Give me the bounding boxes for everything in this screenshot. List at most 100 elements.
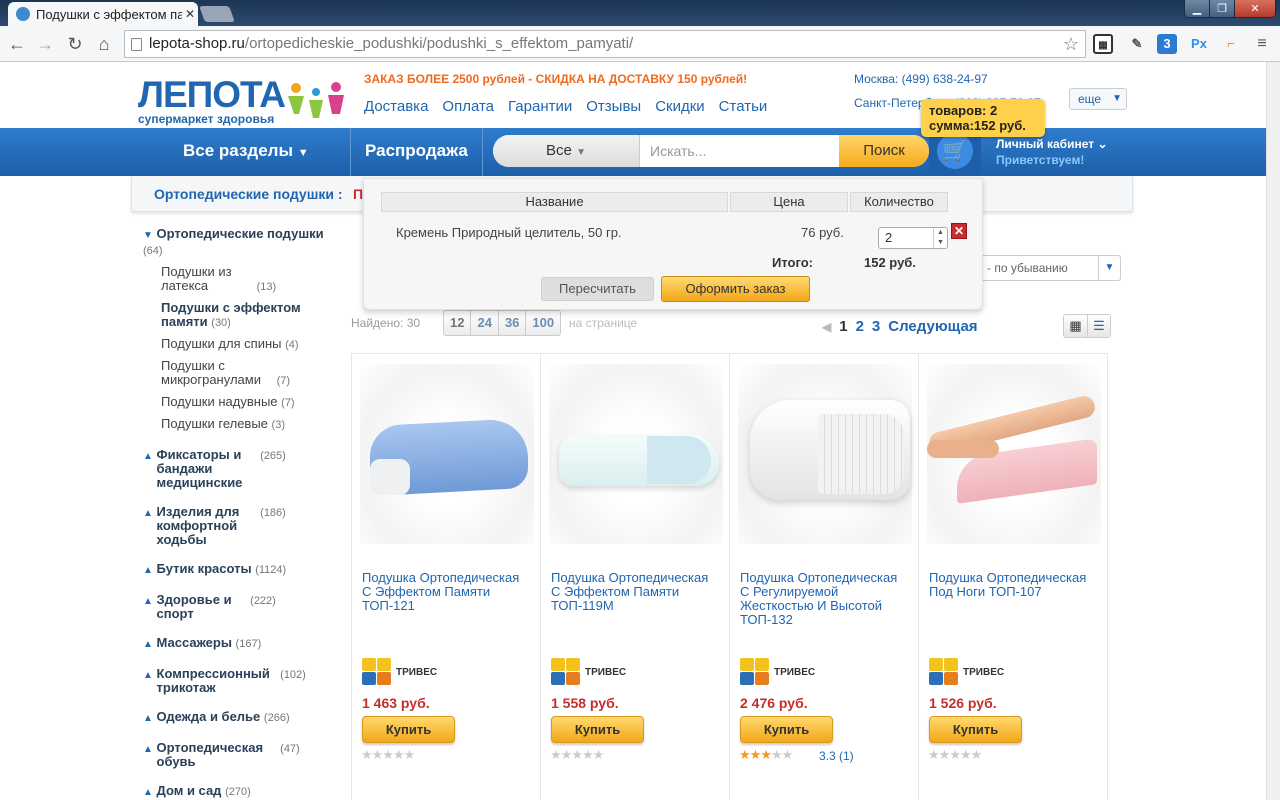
list-view-icon[interactable]: ☰: [1087, 315, 1110, 337]
all-sections-menu[interactable]: Все разделы ▼: [183, 141, 309, 161]
sidebar-category-open[interactable]: ▼ Ортопедические подушки (64): [143, 227, 343, 258]
nav-link-discounts[interactable]: Скидки: [655, 98, 704, 115]
css3-icon[interactable]: 3: [1157, 34, 1177, 54]
address-bar[interactable]: lepota-shop.ru/ortopedicheskie_podushki/…: [124, 30, 1086, 58]
subcategory-item[interactable]: Подушки для спины (4): [161, 337, 343, 352]
back-arrow-icon[interactable]: ←: [6, 33, 28, 55]
sale-link[interactable]: Распродажа: [365, 141, 468, 161]
star-icon[interactable]: ★: [949, 747, 961, 762]
star-icon[interactable]: ★: [960, 747, 972, 762]
sidebar-category[interactable]: ▲ Одежда и белье (266): [143, 710, 343, 726]
pixel-ruler-icon[interactable]: Px: [1189, 34, 1209, 54]
star-rating[interactable]: ★★★★★: [928, 747, 983, 763]
star-icon[interactable]: ★: [550, 747, 562, 762]
star-icon[interactable]: ★: [771, 747, 783, 762]
search-button[interactable]: Поиск: [839, 135, 929, 167]
close-tab-icon[interactable]: ✕: [182, 7, 198, 21]
star-icon[interactable]: ★: [739, 747, 751, 762]
subcategory-item-active[interactable]: Подушки с эффектом памяти (30): [161, 301, 343, 330]
remove-item-icon[interactable]: ✕: [951, 223, 967, 239]
sidebar-category[interactable]: ▲ Компрессионный трикотаж (102): [143, 667, 343, 695]
product-image[interactable]: [549, 364, 723, 544]
nav-link-delivery[interactable]: Доставка: [364, 98, 428, 115]
star-icon[interactable]: ★: [382, 747, 394, 762]
account-link[interactable]: Личный кабинет ⌄: [996, 137, 1108, 151]
vertical-scrollbar[interactable]: [1266, 62, 1280, 800]
more-phones-dropdown[interactable]: еще ▼: [1069, 88, 1127, 110]
nav-link-guarantees[interactable]: Гарантии: [508, 98, 572, 115]
sort-order-select[interactable]: - по убыванию ▼: [978, 255, 1121, 281]
product-image[interactable]: [926, 364, 1101, 544]
star-icon[interactable]: ★: [928, 747, 940, 762]
nav-link-reviews[interactable]: Отзывы: [586, 98, 641, 115]
maximize-button[interactable]: ❐: [1209, 0, 1235, 18]
nav-link-payment[interactable]: Оплата: [442, 98, 494, 115]
star-icon[interactable]: ★: [782, 747, 794, 762]
per-page-option[interactable]: 100: [526, 311, 560, 335]
checkout-button[interactable]: Оформить заказ: [661, 276, 810, 302]
star-icon[interactable]: ★: [361, 747, 373, 762]
star-icon[interactable]: ★: [593, 747, 605, 762]
new-tab-button[interactable]: [199, 6, 235, 22]
star-icon[interactable]: ★: [760, 747, 772, 762]
extension-icon[interactable]: ▦: [1093, 34, 1113, 54]
rating-value[interactable]: 3.3 (1): [819, 749, 854, 763]
star-icon[interactable]: ★: [561, 747, 573, 762]
per-page-option[interactable]: 12: [444, 311, 472, 335]
subcategory-item[interactable]: Подушки гелевые (3): [161, 417, 343, 432]
sidebar-category[interactable]: ▲ Массажеры (167): [143, 636, 343, 652]
buy-button[interactable]: Купить: [929, 716, 1022, 743]
recalculate-button[interactable]: Пересчитать: [541, 277, 654, 301]
window-close-button[interactable]: ✕: [1234, 0, 1276, 18]
sidebar-category[interactable]: ▲ Дом и сад (270): [143, 784, 343, 800]
buy-button[interactable]: Купить: [551, 716, 644, 743]
grid-view-icon[interactable]: ▦: [1064, 315, 1087, 337]
minimize-button[interactable]: ▁: [1184, 0, 1210, 18]
page-number[interactable]: 3: [872, 318, 880, 335]
home-icon[interactable]: ⌂: [93, 33, 115, 55]
page-number[interactable]: 2: [856, 318, 864, 335]
menu-icon[interactable]: ≡: [1252, 34, 1272, 54]
buy-button[interactable]: Купить: [362, 716, 455, 743]
site-logo[interactable]: ЛЕПОТА супермаркет здоровья: [138, 76, 344, 133]
search-input[interactable]: Искать...: [639, 135, 839, 167]
subcategory-item[interactable]: Подушки надувные (7): [161, 395, 343, 410]
star-icon[interactable]: ★: [939, 747, 951, 762]
product-title-link[interactable]: Подушка Ортопедическая С Регулируемой Же…: [740, 571, 910, 627]
sidebar-category[interactable]: ▲ Ортопедическая обувь (47): [143, 741, 343, 769]
star-rating[interactable]: ★★★★★: [739, 747, 794, 763]
breadcrumb-parent-link[interactable]: Ортопедические подушки :: [154, 186, 343, 202]
bookmark-star-icon[interactable]: ☆: [1063, 31, 1079, 57]
product-image[interactable]: [738, 364, 912, 544]
star-icon[interactable]: ★: [971, 747, 983, 762]
quantity-stepper[interactable]: 2 ▲ ▼: [878, 227, 948, 249]
search-scope-select[interactable]: Все ▼: [493, 135, 639, 167]
buy-button[interactable]: Купить: [740, 716, 833, 743]
sidebar-category[interactable]: ▲ Бутик красоты (1124): [143, 562, 343, 578]
star-icon[interactable]: ★: [571, 747, 583, 762]
star-icon[interactable]: ★: [404, 747, 416, 762]
sidebar-category[interactable]: ▲ Здоровье и спорт (222): [143, 593, 343, 621]
nav-link-articles[interactable]: Статьи: [719, 98, 768, 115]
star-rating[interactable]: ★★★★★: [361, 747, 416, 763]
product-title-link[interactable]: Подушка Ортопедическая Под Ноги ТОП-107: [929, 571, 1099, 599]
subcategory-item[interactable]: Подушки из латекса (13): [161, 265, 343, 294]
product-title-link[interactable]: Подушка Ортопедическая С Эффектом Памяти…: [551, 571, 721, 613]
sidebar-category[interactable]: ▲ Изделия для комфортной ходьбы (186): [143, 505, 343, 547]
ruler-icon[interactable]: ⌐: [1221, 34, 1241, 54]
star-icon[interactable]: ★: [750, 747, 762, 762]
per-page-option[interactable]: 24: [471, 311, 499, 335]
next-page-link[interactable]: Следующая: [888, 318, 977, 335]
spinner-arrows-icon[interactable]: ▲ ▼: [933, 228, 947, 248]
sidebar-category[interactable]: ▲ Фиксаторы и бандажи медицинские (265): [143, 448, 343, 490]
subcategory-item[interactable]: Подушки с микрогранулами (7): [161, 359, 343, 388]
per-page-option[interactable]: 36: [499, 311, 527, 335]
product-image[interactable]: [360, 364, 534, 544]
browser-tab[interactable]: Подушки с эффектом па ✕: [8, 2, 198, 26]
star-rating[interactable]: ★★★★★: [550, 747, 605, 763]
reload-icon[interactable]: ↻: [64, 33, 86, 55]
star-icon[interactable]: ★: [393, 747, 405, 762]
star-icon[interactable]: ★: [582, 747, 594, 762]
forward-arrow-icon[interactable]: →: [34, 33, 56, 55]
eyedropper-icon[interactable]: ✎: [1127, 34, 1147, 54]
